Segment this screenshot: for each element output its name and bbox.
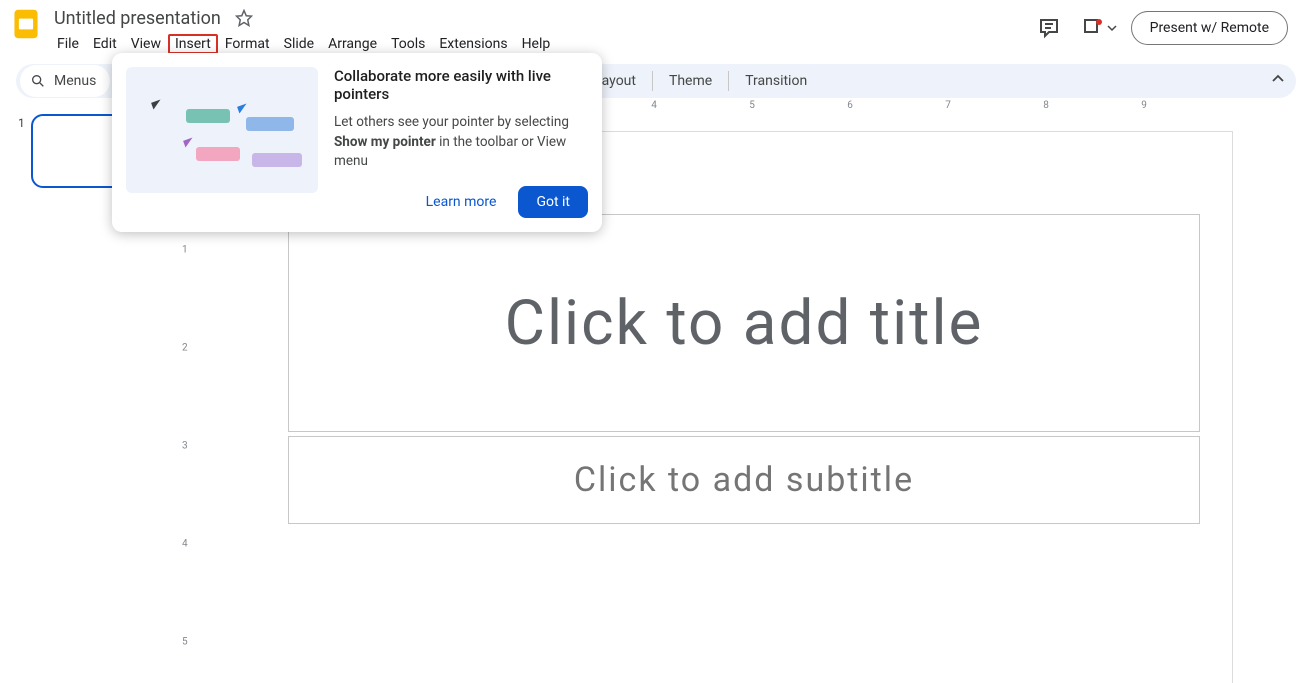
transition-button[interactable]: Transition [739,69,813,93]
popover-text: Let others see your pointer by selecting… [334,113,588,172]
header-right: Present w/ Remote [1031,10,1288,46]
title-placeholder-text: Click to add title [505,287,984,360]
ruler-tick: 4 [182,539,188,550]
header: Untitled presentation File Edit View Ins… [0,0,1300,56]
popover-text-bold: Show my pointer [334,134,436,150]
title-area: Untitled presentation File Edit View Ins… [50,6,1031,56]
toolbar-divider [652,71,653,91]
slide-number: 1 [18,116,25,130]
ruler-tick: 1 [182,245,188,256]
menu-slide[interactable]: Slide [277,34,321,54]
present-button[interactable] [1077,16,1121,40]
menu-insert[interactable]: Insert [168,34,218,54]
learn-more-button[interactable]: Learn more [414,186,509,218]
menu-help[interactable]: Help [515,34,558,54]
present-remote-button[interactable]: Present w/ Remote [1131,11,1288,45]
toolbar-right: Layout Theme Transition [567,69,813,93]
ruler-tick: 2 [182,343,188,354]
got-it-button[interactable]: Got it [518,186,588,218]
ruler-tick: 6 [847,100,853,111]
ruler-tick: 8 [1043,100,1049,111]
ruler-tick: 4 [651,100,657,111]
star-icon[interactable] [235,9,253,27]
chevron-down-icon[interactable] [1107,23,1117,33]
menu-arrange[interactable]: Arrange [321,34,384,54]
menu-format[interactable]: Format [218,34,277,54]
menu-tools[interactable]: Tools [384,34,432,54]
ruler-tick: 9 [1141,100,1147,111]
theme-button[interactable]: Theme [663,69,718,93]
popover-text-pre: Let others see your pointer by selecting [334,114,569,130]
popover-title: Collaborate more easily with live pointe… [334,67,588,103]
comments-icon[interactable] [1031,10,1067,46]
subtitle-placeholder-text: Click to add subtitle [574,460,914,500]
ruler-tick: 3 [182,441,188,452]
document-title[interactable]: Untitled presentation [50,7,225,30]
help-popover: Collaborate more easily with live pointe… [112,53,602,232]
popover-actions: Learn more Got it [334,172,588,218]
title-row: Untitled presentation [50,6,1031,30]
ruler-tick: 7 [945,100,951,111]
menu-file[interactable]: File [50,34,86,54]
menu-search[interactable]: Menus [20,65,110,97]
search-icon [30,73,46,89]
popover-body: Collaborate more easily with live pointe… [334,67,588,218]
menu-extensions[interactable]: Extensions [432,34,514,54]
ruler-tick: 5 [749,100,755,111]
toolbar-divider [728,71,729,91]
title-placeholder-box[interactable]: Click to add title [288,214,1200,432]
ruler-tick: 5 [182,637,188,648]
menu-search-label: Menus [54,73,96,89]
collapse-toolbar-icon[interactable] [1270,71,1286,91]
subtitle-placeholder-box[interactable]: Click to add subtitle [288,436,1200,524]
menu-view[interactable]: View [124,34,168,54]
popover-illustration [126,67,318,193]
menu-edit[interactable]: Edit [86,34,124,54]
app-logo[interactable] [12,6,40,42]
